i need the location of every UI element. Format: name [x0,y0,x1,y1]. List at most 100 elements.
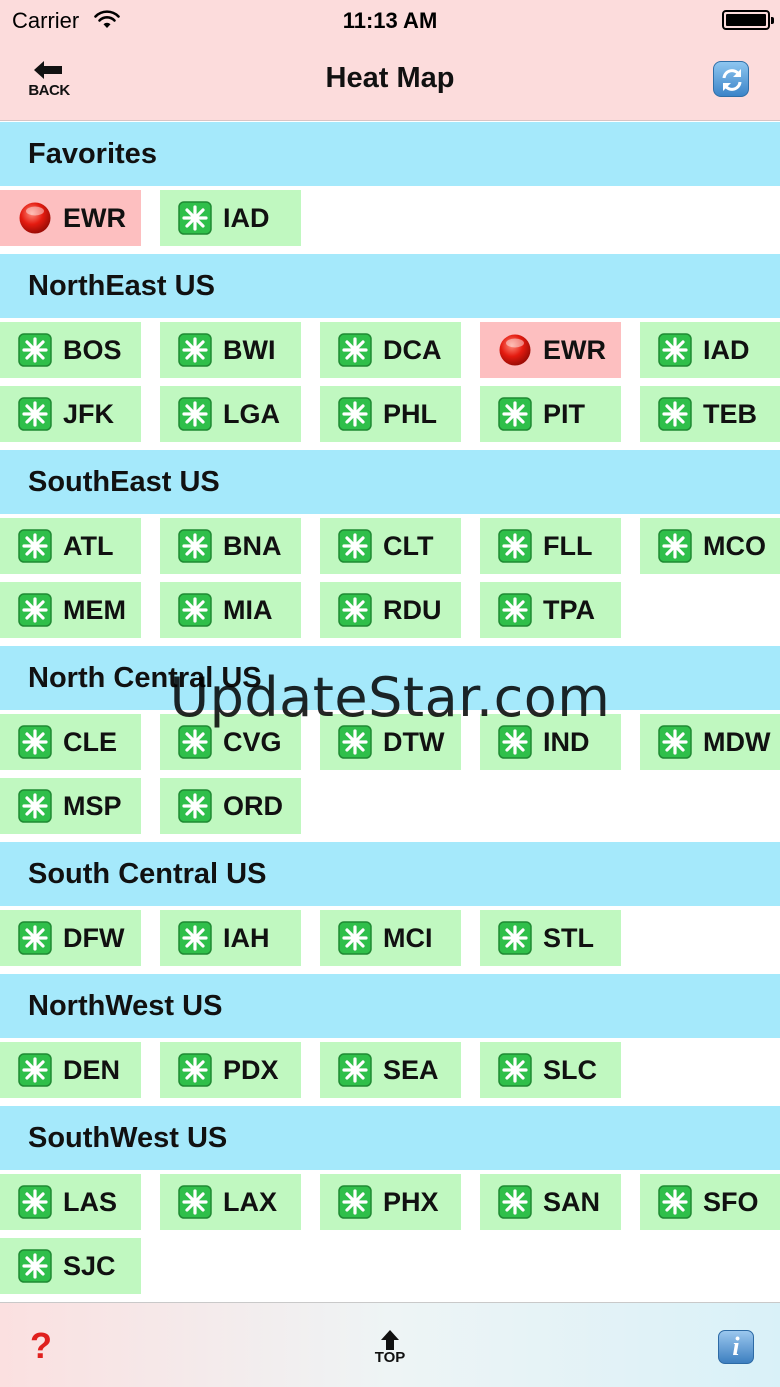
airport-tile[interactable]: DCA [320,322,461,378]
airport-grid: BOS BWI DCA EWR IAD JFK LGA PHL PIT TEB [0,318,780,450]
green-sparkle-icon [178,593,212,627]
airport-tile[interactable]: MCI [320,910,461,966]
airport-tile[interactable]: SEA [320,1042,461,1098]
airport-tile[interactable]: EWR [480,322,621,378]
airport-code: PHX [383,1186,439,1217]
green-sparkle-icon [178,1185,212,1219]
green-sparkle-icon [658,725,692,759]
airport-code: MSP [63,790,122,821]
airport-tile[interactable]: MEM [0,582,141,638]
heat-map-screen: Carrier 11:13 AM BACK Heat Map Favorites… [0,0,780,1387]
airport-code: SJC [63,1250,116,1281]
red-circle-icon [498,333,532,367]
airport-tile[interactable]: STL [480,910,621,966]
airport-tile[interactable]: BOS [0,322,141,378]
status-time: 11:13 AM [342,8,438,33]
airport-grid: CLE CVG DTW IND MDW MSP ORD [0,710,780,842]
airport-tile[interactable]: CLT [320,518,461,574]
airport-tile[interactable]: BWI [160,322,301,378]
top-label: TOP [374,1349,406,1366]
airport-code: FLL [543,530,593,561]
airport-tile[interactable]: EWR [0,190,141,246]
airport-code: STL [543,922,594,953]
airport-tile[interactable]: DEN [0,1042,141,1098]
airport-tile[interactable]: LGA [160,386,301,442]
airport-tile[interactable]: MSP [0,778,141,834]
airport-tile[interactable]: BNA [160,518,301,574]
green-sparkle-icon [18,725,52,759]
refresh-button[interactable] [713,61,749,97]
airport-tile[interactable]: RDU [320,582,461,638]
airport-list[interactable]: Favorites EWR IAD NorthEast US BOS BWI DCA EWR I… [0,122,780,1302]
airport-tile[interactable]: SLC [480,1042,621,1098]
airport-code: LGA [223,398,280,429]
airport-tile[interactable]: JFK [0,386,141,442]
airport-code: IND [543,726,590,757]
section-header: South Central US [0,842,780,906]
airport-tile[interactable]: CLE [0,714,141,770]
status-bar: Carrier 11:13 AM [0,0,780,40]
airport-code: IAD [703,334,750,365]
airport-code: TEB [703,398,757,429]
airport-tile[interactable]: PDX [160,1042,301,1098]
green-sparkle-icon [338,593,372,627]
airport-code: SFO [703,1186,759,1217]
help-button[interactable]: ? [30,1325,52,1367]
airport-tile[interactable]: LAS [0,1174,141,1230]
battery-icon [722,10,774,30]
airport-tile[interactable]: SFO [640,1174,780,1230]
green-sparkle-icon [338,333,372,367]
airport-code: LAS [63,1186,117,1217]
airport-grid: DFW IAH MCI STL [0,906,780,974]
airport-code: MCI [383,922,433,953]
airport-code: DFW [63,922,125,953]
airport-code: SLC [543,1054,597,1085]
airport-tile[interactable]: DFW [0,910,141,966]
airport-code: CVG [223,726,282,757]
airport-tile[interactable]: MDW [640,714,780,770]
airport-tile[interactable]: SAN [480,1174,621,1230]
green-sparkle-icon [178,529,212,563]
airport-tile[interactable]: ORD [160,778,301,834]
airport-tile[interactable]: TEB [640,386,780,442]
airport-tile[interactable]: MIA [160,582,301,638]
airport-code: BOS [63,334,122,365]
green-sparkle-icon [658,1185,692,1219]
airport-code: SEA [383,1054,439,1085]
airport-grid: ATL BNA CLT FLL MCO MEM MIA RDU TPA [0,514,780,646]
airport-code: LAX [223,1186,277,1217]
airport-tile[interactable]: PIT [480,386,621,442]
airport-code: SAN [543,1186,601,1217]
airport-code: TPA [543,594,595,625]
green-sparkle-icon [178,725,212,759]
airport-tile[interactable]: SJC [0,1238,141,1294]
refresh-icon [722,69,742,91]
airport-grid: EWR IAD [0,186,780,254]
airport-tile[interactable]: CVG [160,714,301,770]
airport-tile[interactable]: IAH [160,910,301,966]
airport-tile[interactable]: ATL [0,518,141,574]
airport-tile[interactable]: IND [480,714,621,770]
green-sparkle-icon [338,397,372,431]
airport-tile[interactable]: IAD [640,322,780,378]
airport-tile[interactable]: IAD [160,190,301,246]
green-sparkle-icon [178,789,212,823]
airport-code: DEN [63,1054,121,1085]
airport-tile[interactable]: PHL [320,386,461,442]
green-sparkle-icon [498,593,532,627]
green-sparkle-icon [498,725,532,759]
airport-tile[interactable]: DTW [320,714,461,770]
airport-code: EWR [543,334,606,365]
green-sparkle-icon [498,397,532,431]
bottom-toolbar: ? TOP i [0,1302,780,1387]
info-button[interactable]: i [718,1330,754,1364]
airport-code: IAD [223,202,270,233]
airport-tile[interactable]: FLL [480,518,621,574]
top-button[interactable]: TOP [367,1329,413,1369]
airport-tile[interactable]: MCO [640,518,780,574]
airport-grid: DEN PDX SEA SLC [0,1038,780,1106]
airport-tile[interactable]: PHX [320,1174,461,1230]
airport-tile[interactable]: TPA [480,582,621,638]
green-sparkle-icon [18,1185,52,1219]
airport-tile[interactable]: LAX [160,1174,301,1230]
